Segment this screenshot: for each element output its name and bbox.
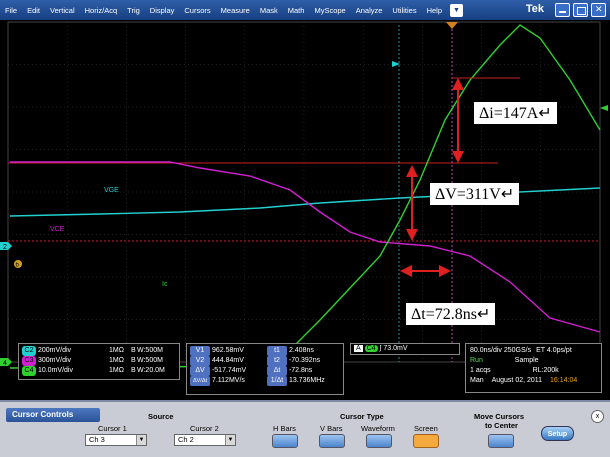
v2-value: 444.84mV <box>211 357 244 364</box>
menu-horiz-acq[interactable]: Horiz/Acq <box>80 6 123 15</box>
t2-value: -70.392ns <box>288 357 321 364</box>
cursor1-source-select[interactable]: Ch 3 ▼ <box>85 434 147 446</box>
annotation-delta-v: ΔV=311V↵ <box>430 183 520 205</box>
hbars-label: H Bars <box>273 424 296 433</box>
waveform-label: Waveform <box>361 424 395 433</box>
menu-utilities[interactable]: Utilities <box>387 6 421 15</box>
inv-dt-value: 13.736MHz <box>288 377 325 384</box>
dt-value: -72.8ns <box>288 367 313 374</box>
menu-mask[interactable]: Mask <box>255 6 283 15</box>
acquisition-readout[interactable]: 80.0ns/div 250GS/s ET 4.0ps/pt Run Sampl… <box>465 343 602 393</box>
brand-logo: Tek <box>525 3 544 15</box>
chevron-down-icon: ▼ <box>136 435 146 445</box>
menu-analyze[interactable]: Analyze <box>351 6 388 15</box>
minimize-button[interactable] <box>555 3 570 17</box>
label-ic: Ic <box>162 281 168 288</box>
v1-value: 962.58mV <box>211 347 244 354</box>
menu-trig[interactable]: Trig <box>122 6 145 15</box>
move-cursors-label: Move Cursors <box>474 412 525 421</box>
cursor2-label: Cursor 2 <box>190 424 219 433</box>
oscilloscope-window: File Edit Vertical Horiz/Acq Trig Displa… <box>0 0 610 457</box>
menu-edit[interactable]: Edit <box>22 6 45 15</box>
dv-value: -517.74mV <box>211 367 247 374</box>
move-to-center-button[interactable] <box>488 434 514 448</box>
screen-label: Screen <box>414 424 438 433</box>
cursor1-label: Cursor 1 <box>98 424 127 433</box>
annotation-delta-i: Δi=147A↵ <box>474 102 557 124</box>
cursor-controls-panel: Cursor Controls Source Cursor 1 Cursor 2… <box>0 400 610 457</box>
chevron-down-icon: ▼ <box>225 435 235 445</box>
menu-vertical[interactable]: Vertical <box>45 6 80 15</box>
help-dropdown-icon[interactable]: ▼ <box>450 3 464 17</box>
vbars-label: V Bars <box>320 424 343 433</box>
waveform-button[interactable] <box>366 434 392 448</box>
menu-math[interactable]: Math <box>283 6 310 15</box>
menu-bar: File Edit Vertical Horiz/Acq Trig Displa… <box>0 0 610 20</box>
vbars-button[interactable] <box>319 434 345 448</box>
label-vce: VCE <box>50 226 65 233</box>
dvdt-value: 7.112MV/s <box>211 377 245 384</box>
panel-title: Cursor Controls <box>6 408 100 422</box>
hbars-button[interactable] <box>272 434 298 448</box>
menu-measure[interactable]: Measure <box>216 6 255 15</box>
ch4-marker-text: 4 <box>3 360 7 367</box>
cursor-type-label: Cursor Type <box>340 412 384 421</box>
ch4-readout[interactable]: C4 10.0mV/div 1MΩ B W:20.0M <box>22 366 176 376</box>
trigger-readout[interactable]: A C4 ∫ 73.0mV <box>350 343 460 355</box>
menu-help[interactable]: Help <box>422 6 447 15</box>
setup-button[interactable]: Setup <box>541 426 574 441</box>
channel-readout-box[interactable]: C2 200mV/div 1MΩ B W:500M C3 300mV/div 1MΩ B W… <box>18 343 180 380</box>
close-window-button[interactable] <box>591 3 606 17</box>
trigger-slope-icon: ∫ <box>379 345 382 352</box>
source-label: Source <box>148 412 174 421</box>
close-panel-button[interactable]: x <box>591 410 604 423</box>
menu-myscope[interactable]: MyScope <box>309 6 350 15</box>
cursor2-source-select[interactable]: Ch 2 ▼ <box>174 434 236 446</box>
menu-file[interactable]: File <box>0 6 22 15</box>
ch3-readout[interactable]: C3 300mV/div 1MΩ B W:500M <box>22 356 176 366</box>
menu-display[interactable]: Display <box>145 6 180 15</box>
label-vge: VGE <box>104 187 119 194</box>
move-cursors-label-2: to Center <box>485 421 518 430</box>
screen-button[interactable] <box>413 434 439 448</box>
ch2-marker-text: 2 <box>3 244 7 251</box>
waveform-display[interactable]: VGE VCE Ic 2 4 b Δi=147A↵ ΔV=311V↵ Δt=72… <box>0 20 610 400</box>
ch2-readout[interactable]: C2 200mV/div 1MΩ B W:500M <box>22 346 176 356</box>
menu-cursors[interactable]: Cursors <box>179 6 215 15</box>
run-state: Run <box>470 357 483 364</box>
maximize-button[interactable] <box>573 3 588 17</box>
cursor-readout-box[interactable]: V1 962.58mV V2 444.84mV ΔV -517.74mV ΔV/… <box>186 343 344 395</box>
annotation-delta-t: Δt=72.8ns↵ <box>406 303 496 325</box>
t1-value: 2.408ns <box>288 347 314 354</box>
